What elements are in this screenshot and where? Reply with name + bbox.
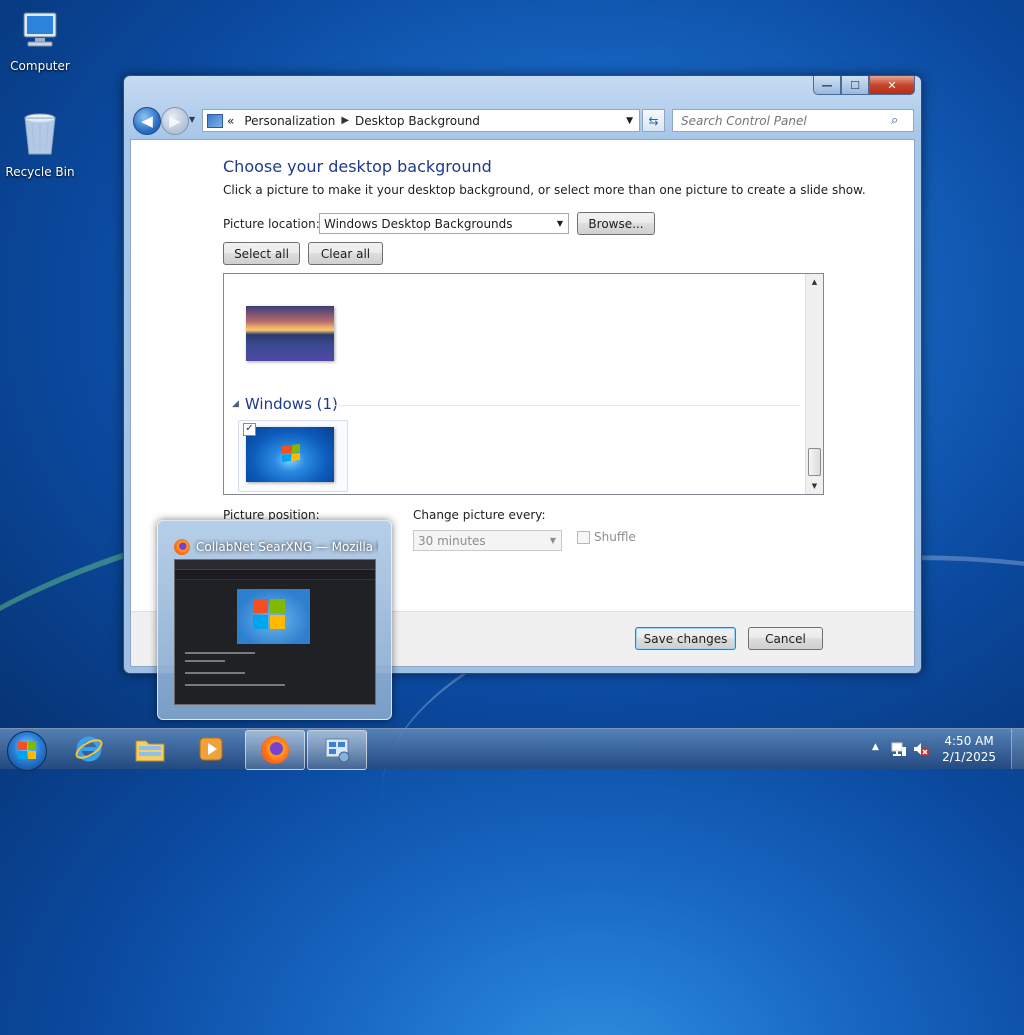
start-button[interactable] [7,731,47,771]
thumbnail-text-line [185,672,245,674]
back-button[interactable]: ◀ [133,107,161,135]
recent-pages-dropdown[interactable]: ▼ [189,115,195,124]
internet-explorer-icon [75,736,103,762]
desktop-icon-label: Computer [10,59,70,73]
close-button[interactable]: ✕ [869,76,915,95]
firefox-icon [261,736,289,764]
desktop-icon-label: Recycle Bin [5,165,75,179]
desktop-icon-computer[interactable]: Computer [0,8,80,73]
forward-button[interactable]: ▶ [161,107,189,135]
wallpaper-item-windows[interactable]: ✓ [238,420,348,492]
wallpaper-thumbnail-windows[interactable] [246,427,334,482]
thumbnail-text-line [185,684,285,686]
taskbar-firefox[interactable] [245,730,305,770]
select-all-button[interactable]: Select all [223,242,300,265]
refresh-button[interactable]: ⇆ [642,109,665,132]
preview-title-text: CollabNet SearXNG — Mozilla F... [196,540,378,554]
caption-buttons: — ☐ ✕ [813,76,915,95]
media-player-icon [199,737,223,761]
windows-logo-icon [18,742,36,759]
preview-thumbnail[interactable] [174,559,376,705]
taskbar-media-player[interactable] [182,730,240,768]
minimize-button[interactable]: — [813,76,841,95]
breadcrumb-personalization[interactable]: Personalization [244,114,335,128]
control-panel-icon [207,113,223,128]
taskbar-preview-firefox[interactable]: CollabNet SearXNG — Mozilla F... [157,520,392,720]
system-tray: ▲ 4:50 AM 2/1/2025 [854,729,1024,769]
shuffle-label: Shuffle [594,530,636,544]
collapse-triangle-icon[interactable]: ◢ [232,399,239,409]
show-desktop-button[interactable] [1011,729,1024,769]
taskbar-windows-explorer[interactable] [121,730,179,768]
thumbnail-windows-image [237,589,310,644]
chevron-down-icon: ▼ [556,219,563,228]
chevron-down-icon: ▼ [549,536,556,545]
breadcrumb-desktop-background[interactable]: Desktop Background [355,114,480,128]
search-box[interactable]: ⌕ [672,109,914,132]
page-title: Choose your desktop background [223,157,492,176]
thumbnail-toolbar [175,570,375,580]
taskbar-control-panel[interactable] [307,730,367,770]
address-bar[interactable]: « Personalization ▶ Desktop Background ▼ [202,109,640,132]
search-input[interactable] [679,112,891,129]
thumbnail-tabbar [175,560,375,570]
recycle-bin-icon [24,113,56,155]
show-hidden-icons-button[interactable]: ▲ [872,742,879,752]
preview-title: CollabNet SearXNG — Mozilla F... [174,539,378,555]
thumbnail-text-line [185,652,255,654]
group-title: Windows (1) [244,395,338,413]
shuffle-checkbox-box[interactable] [577,530,590,544]
picture-location-select[interactable]: Windows Desktop Backgrounds ▼ [319,213,569,234]
scroll-up-icon[interactable]: ▲ [806,274,823,290]
breadcrumb-arrow-icon[interactable]: ▶ [341,115,349,126]
address-chevron[interactable]: « [227,114,234,128]
picture-location-value: Windows Desktop Backgrounds [324,216,513,231]
wallpaper-thumbnail-lake[interactable] [246,306,334,361]
change-interval-select[interactable]: 30 minutes ▼ [413,530,562,551]
address-dropdown-icon[interactable]: ▼ [626,116,633,126]
clear-all-button[interactable]: Clear all [308,242,383,265]
wallpaper-gallery[interactable]: ◢ Windows (1) ✓ ▲ ▼ [223,273,824,495]
network-icon[interactable] [890,740,908,758]
change-picture-label: Change picture every: [413,508,546,522]
change-interval-value: 30 minutes [418,533,486,548]
picture-location-label: Picture location: [223,217,320,231]
maximize-button[interactable]: ☐ [841,76,869,95]
desktop-icon-recycle-bin[interactable]: Recycle Bin [0,110,80,179]
browse-button[interactable]: Browse... [577,212,655,235]
scroll-down-icon[interactable]: ▼ [806,478,823,494]
clock-time: 4:50 AM [944,734,994,748]
navigation-bar: ◀ ▶ ▼ « Personalization ▶ Desktop Backgr… [130,106,915,135]
save-changes-button[interactable]: Save changes [635,627,736,650]
page-description: Click a picture to make it your desktop … [223,183,866,197]
firefox-icon [174,539,190,555]
folder-icon [135,740,165,762]
clock-date: 2/1/2025 [942,750,996,764]
scrollbar-thumb[interactable] [808,448,821,476]
wallpaper-checkbox[interactable]: ✓ [243,423,256,436]
volume-muted-icon[interactable] [912,740,930,758]
group-divider [334,405,800,406]
taskbar: ▲ 4:50 AM 2/1/2025 [0,728,1024,771]
taskbar-internet-explorer[interactable] [60,730,118,768]
control-panel-icon [325,738,350,763]
group-header-windows[interactable]: ◢ Windows (1) [232,395,338,413]
clock[interactable]: 4:50 AM 2/1/2025 [942,733,996,765]
gallery-scrollbar[interactable]: ▲ ▼ [805,274,823,494]
shuffle-checkbox[interactable]: Shuffle [577,530,636,544]
thumbnail-text-line [185,660,225,662]
search-icon[interactable]: ⌕ [891,113,907,128]
windows-logo-icon [282,444,300,462]
cancel-button[interactable]: Cancel [748,627,823,650]
computer-icon [23,12,57,47]
